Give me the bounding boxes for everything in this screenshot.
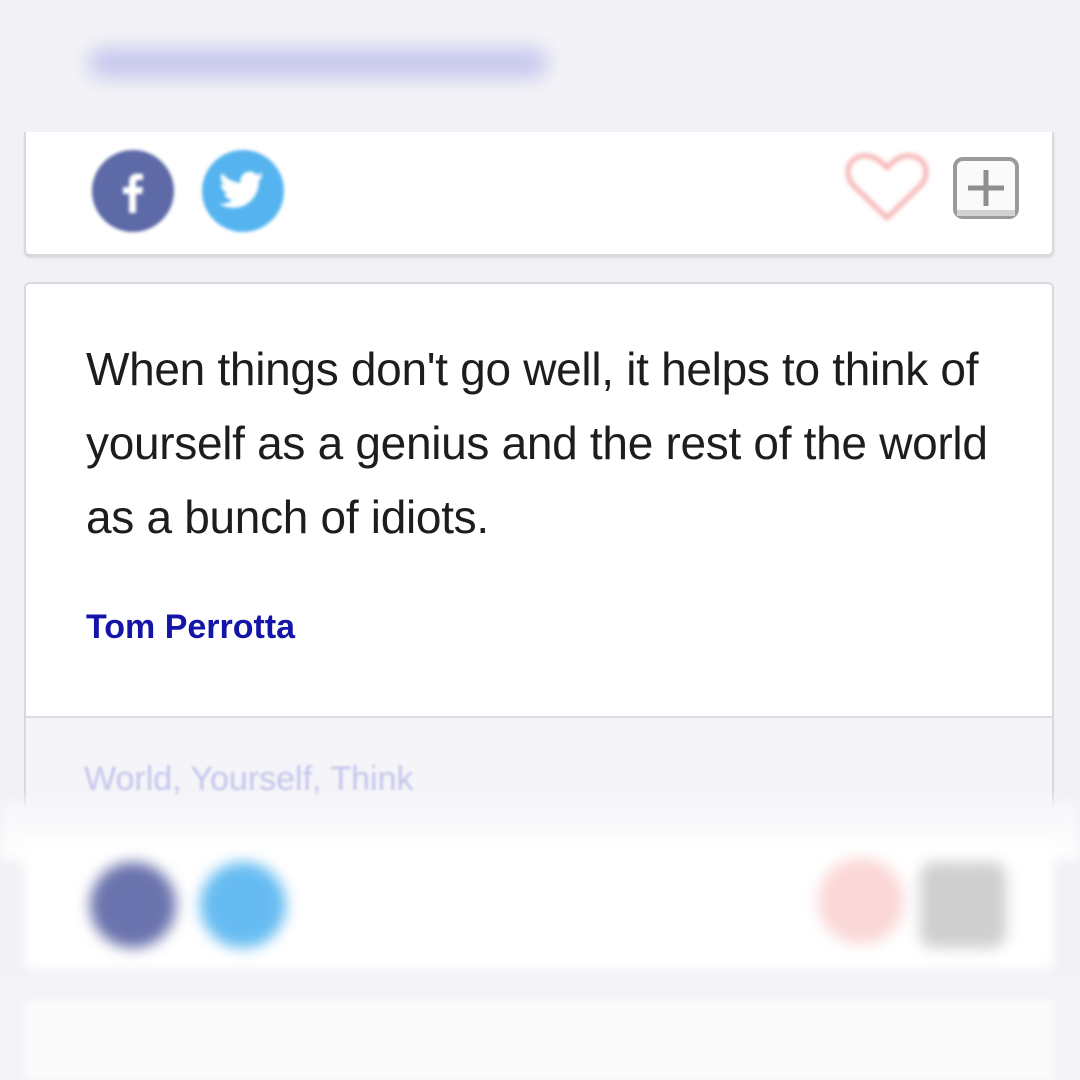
twitter-share-button[interactable] bbox=[202, 150, 284, 232]
blurred-tags-link bbox=[88, 48, 548, 78]
quote-text: When things don't go well, it helps to t… bbox=[86, 343, 988, 543]
plus-icon bbox=[952, 157, 1022, 226]
facebook-share-button[interactable] bbox=[92, 150, 174, 232]
facebook-icon[interactable] bbox=[90, 862, 176, 948]
heart-icon bbox=[844, 153, 930, 228]
quote-author-link[interactable]: Tom Perrotta bbox=[86, 608, 295, 647]
facebook-icon bbox=[113, 167, 153, 215]
like-button[interactable] bbox=[844, 150, 930, 229]
quote-card: When things don't go well, it helps to t… bbox=[24, 282, 1054, 822]
previous-card-header bbox=[0, 0, 1080, 130]
twitter-icon bbox=[219, 171, 267, 211]
next-card bbox=[24, 1000, 1054, 1080]
add-to-collection-button[interactable] bbox=[952, 156, 1022, 227]
heart-icon[interactable] bbox=[818, 858, 904, 944]
share-bar bbox=[24, 132, 1054, 256]
plus-icon[interactable] bbox=[920, 862, 1006, 948]
quote-tags[interactable]: World, Yourself, Think bbox=[84, 760, 413, 799]
twitter-icon[interactable] bbox=[200, 862, 286, 948]
